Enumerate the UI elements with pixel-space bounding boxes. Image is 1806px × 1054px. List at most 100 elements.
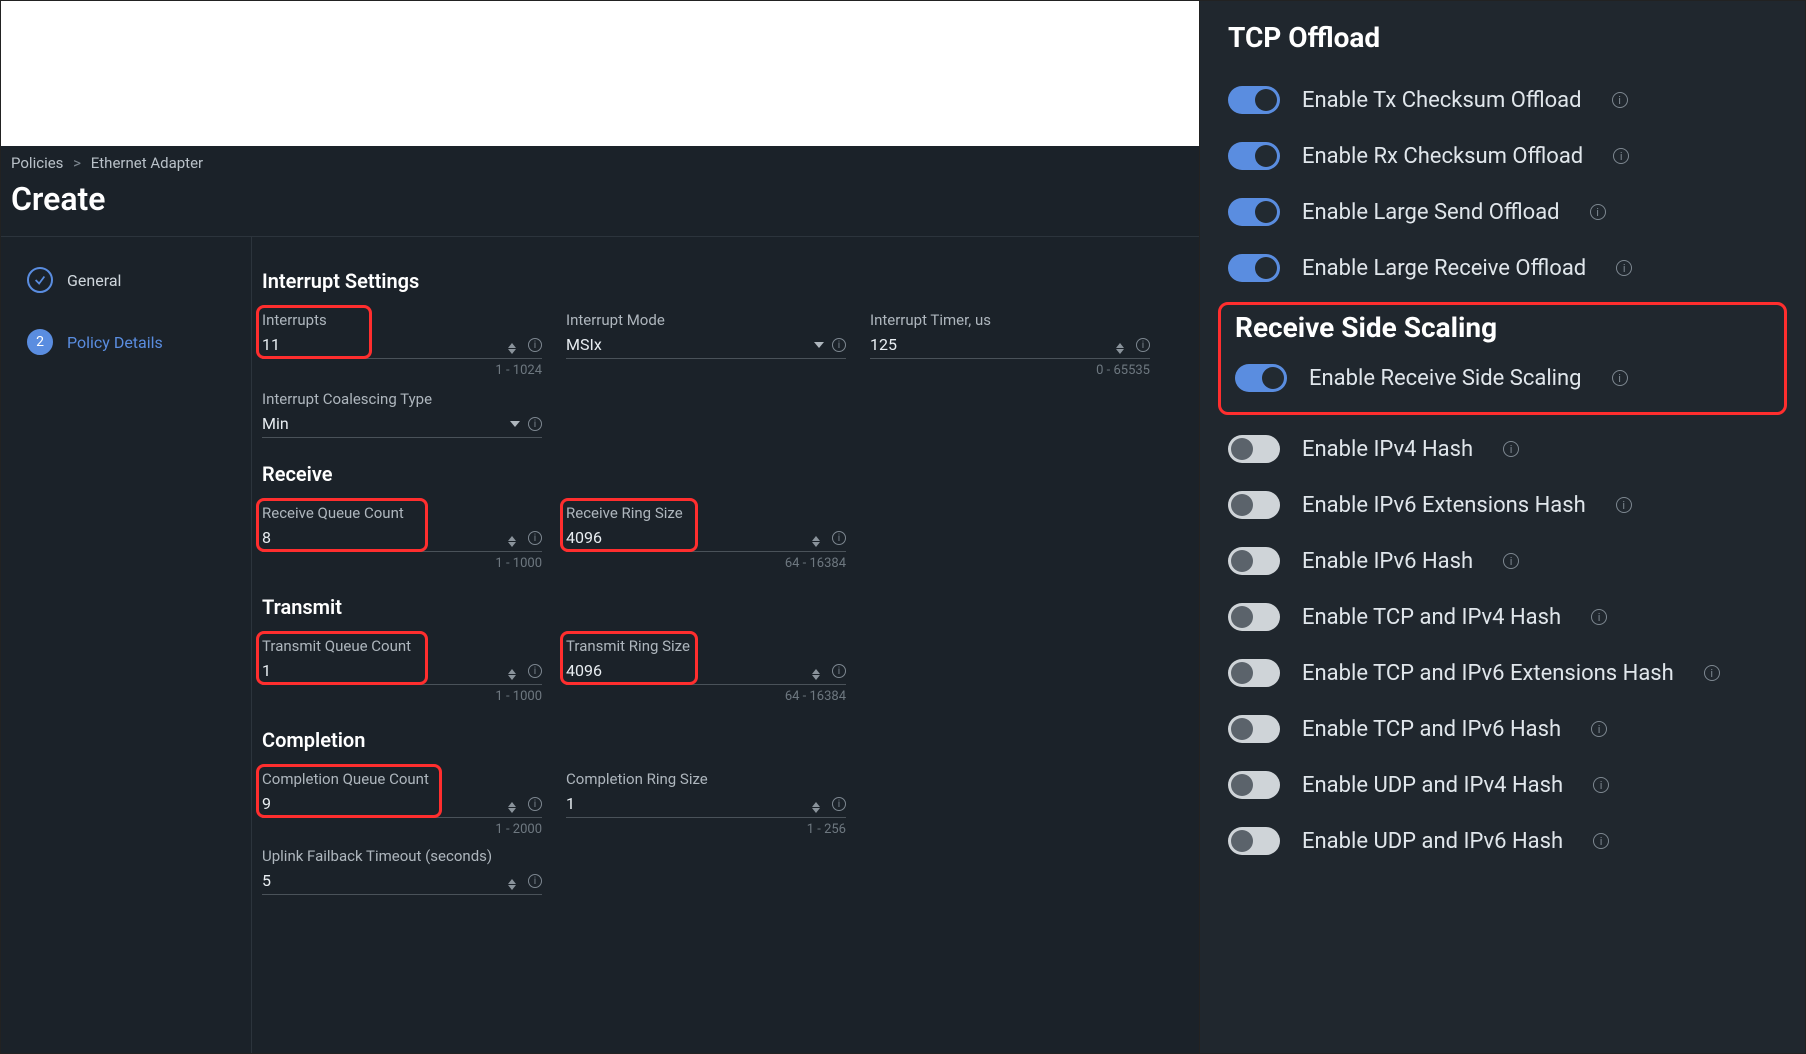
stepper-icon[interactable] xyxy=(508,802,520,813)
toggle-tcp-ipv6-hash[interactable]: Enable TCP and IPv6 Hash i xyxy=(1228,701,1777,757)
field-value[interactable]: 5 xyxy=(262,871,271,890)
field-value[interactable]: MSIx xyxy=(566,335,602,354)
toggle-switch[interactable] xyxy=(1228,491,1280,519)
step-policy-details[interactable]: 2 Policy Details xyxy=(27,329,231,355)
stepper-icon[interactable] xyxy=(508,879,520,890)
toggle-rss[interactable]: Enable Receive Side Scaling i xyxy=(1235,350,1770,406)
toggle-tcp-ipv6-ext-hash[interactable]: Enable TCP and IPv6 Extensions Hash i xyxy=(1228,645,1777,701)
rx-queue-field[interactable]: Receive Queue Count 8 i xyxy=(262,504,542,552)
field-hint: 64 - 16384 xyxy=(566,689,846,704)
stepper-icon[interactable] xyxy=(508,669,520,680)
info-icon[interactable]: i xyxy=(832,338,846,352)
field-value[interactable]: 4096 xyxy=(566,528,602,547)
interrupt-timer-field[interactable]: Interrupt Timer, us 125 i xyxy=(870,311,1150,359)
info-icon[interactable]: i xyxy=(528,797,542,811)
info-icon[interactable]: i xyxy=(1590,204,1606,220)
info-icon[interactable]: i xyxy=(1616,260,1632,276)
breadcrumb[interactable]: Policies > Ethernet Adapter xyxy=(1,146,1199,176)
toggle-switch[interactable] xyxy=(1228,827,1280,855)
breadcrumb-level2[interactable]: Ethernet Adapter xyxy=(91,154,203,172)
check-icon xyxy=(27,267,53,293)
info-icon[interactable]: i xyxy=(1612,92,1628,108)
toggle-label: Enable UDP and IPv6 Hash xyxy=(1302,829,1563,854)
toggle-udp-ipv6-hash[interactable]: Enable UDP and IPv6 Hash i xyxy=(1228,813,1777,869)
chevron-down-icon[interactable] xyxy=(510,421,520,427)
breadcrumb-sep: > xyxy=(73,154,81,172)
stepper-icon[interactable] xyxy=(812,802,824,813)
cq-ring-field[interactable]: Completion Ring Size 1 i xyxy=(566,770,846,818)
toggle-ipv4-hash[interactable]: Enable IPv4 Hash i xyxy=(1228,421,1777,477)
toggle-switch[interactable] xyxy=(1228,603,1280,631)
rx-ring-field[interactable]: Receive Ring Size 4096 i xyxy=(566,504,846,552)
toggle-switch[interactable] xyxy=(1228,142,1280,170)
stepper-icon[interactable] xyxy=(812,536,824,547)
toggle-tcp-ipv4-hash[interactable]: Enable TCP and IPv4 Hash i xyxy=(1228,589,1777,645)
info-icon[interactable]: i xyxy=(528,664,542,678)
field-value[interactable]: 1 xyxy=(262,661,271,680)
info-icon[interactable]: i xyxy=(1616,497,1632,513)
tx-queue-field[interactable]: Transmit Queue Count 1 i xyxy=(262,637,542,685)
step-label: General xyxy=(67,271,121,290)
toggle-ipv6-hash[interactable]: Enable IPv6 Hash i xyxy=(1228,533,1777,589)
field-value[interactable]: Min xyxy=(262,414,289,433)
policy-form: Policies > Ethernet Adapter Create Gener… xyxy=(1,146,1199,1053)
rss-title: Receive Side Scaling xyxy=(1235,311,1770,344)
toggle-label: Enable TCP and IPv6 Hash xyxy=(1302,717,1561,742)
toggle-label: Enable TCP and IPv6 Extensions Hash xyxy=(1302,661,1674,686)
toggle-switch[interactable] xyxy=(1228,86,1280,114)
toggle-label: Enable TCP and IPv4 Hash xyxy=(1302,605,1561,630)
stepper-icon[interactable] xyxy=(508,536,520,547)
toggle-switch[interactable] xyxy=(1228,254,1280,282)
info-icon[interactable]: i xyxy=(1613,148,1629,164)
toggle-switch[interactable] xyxy=(1228,771,1280,799)
chevron-down-icon[interactable] xyxy=(814,342,824,348)
field-value[interactable]: 4096 xyxy=(566,661,602,680)
failback-timeout-field[interactable]: Uplink Failback Timeout (seconds) 5 i xyxy=(262,847,542,895)
info-icon[interactable]: i xyxy=(1503,553,1519,569)
info-icon[interactable]: i xyxy=(1591,609,1607,625)
toggle-udp-ipv4-hash[interactable]: Enable UDP and IPv4 Hash i xyxy=(1228,757,1777,813)
info-icon[interactable]: i xyxy=(1704,665,1720,681)
info-icon[interactable]: i xyxy=(1612,370,1628,386)
info-icon[interactable]: i xyxy=(528,531,542,545)
toggle-large-send[interactable]: Enable Large Send Offload i xyxy=(1228,184,1777,240)
info-icon[interactable]: i xyxy=(528,417,542,431)
info-icon[interactable]: i xyxy=(832,797,846,811)
field-value[interactable]: 9 xyxy=(262,794,271,813)
toggle-rx-checksum[interactable]: Enable Rx Checksum Offload i xyxy=(1228,128,1777,184)
interrupt-mode-field[interactable]: Interrupt Mode MSIx i xyxy=(566,311,846,359)
field-label: Interrupt Timer, us xyxy=(870,311,1150,329)
stepper-icon[interactable] xyxy=(812,669,824,680)
info-icon[interactable]: i xyxy=(1593,777,1609,793)
field-value[interactable]: 11 xyxy=(262,335,280,354)
info-icon[interactable]: i xyxy=(832,531,846,545)
breadcrumb-level1[interactable]: Policies xyxy=(11,154,63,172)
step-general[interactable]: General xyxy=(27,267,231,293)
field-hint: 1 - 2000 xyxy=(262,822,542,837)
toggle-large-receive[interactable]: Enable Large Receive Offload i xyxy=(1228,240,1777,296)
tx-ring-field[interactable]: Transmit Ring Size 4096 i xyxy=(566,637,846,685)
coalescing-type-field[interactable]: Interrupt Coalescing Type Min i xyxy=(262,390,542,438)
toggle-switch[interactable] xyxy=(1228,715,1280,743)
field-value[interactable]: 1 xyxy=(566,794,575,813)
stepper-icon[interactable] xyxy=(508,343,520,354)
info-icon[interactable]: i xyxy=(1503,441,1519,457)
info-icon[interactable]: i xyxy=(528,874,542,888)
interrupts-field[interactable]: Interrupts 11 i xyxy=(262,311,542,359)
toggle-switch[interactable] xyxy=(1228,659,1280,687)
toggle-ipv6-ext-hash[interactable]: Enable IPv6 Extensions Hash i xyxy=(1228,477,1777,533)
stepper-icon[interactable] xyxy=(1116,343,1128,354)
toggle-switch[interactable] xyxy=(1228,435,1280,463)
info-icon[interactable]: i xyxy=(832,664,846,678)
toggle-switch[interactable] xyxy=(1228,547,1280,575)
info-icon[interactable]: i xyxy=(528,338,542,352)
info-icon[interactable]: i xyxy=(1591,721,1607,737)
field-value[interactable]: 8 xyxy=(262,528,271,547)
toggle-switch[interactable] xyxy=(1228,198,1280,226)
toggle-tx-checksum[interactable]: Enable Tx Checksum Offload i xyxy=(1228,72,1777,128)
toggle-switch[interactable] xyxy=(1235,364,1287,392)
info-icon[interactable]: i xyxy=(1593,833,1609,849)
cq-count-field[interactable]: Completion Queue Count 9 i xyxy=(262,770,542,818)
info-icon[interactable]: i xyxy=(1136,338,1150,352)
field-value[interactable]: 125 xyxy=(870,335,897,354)
